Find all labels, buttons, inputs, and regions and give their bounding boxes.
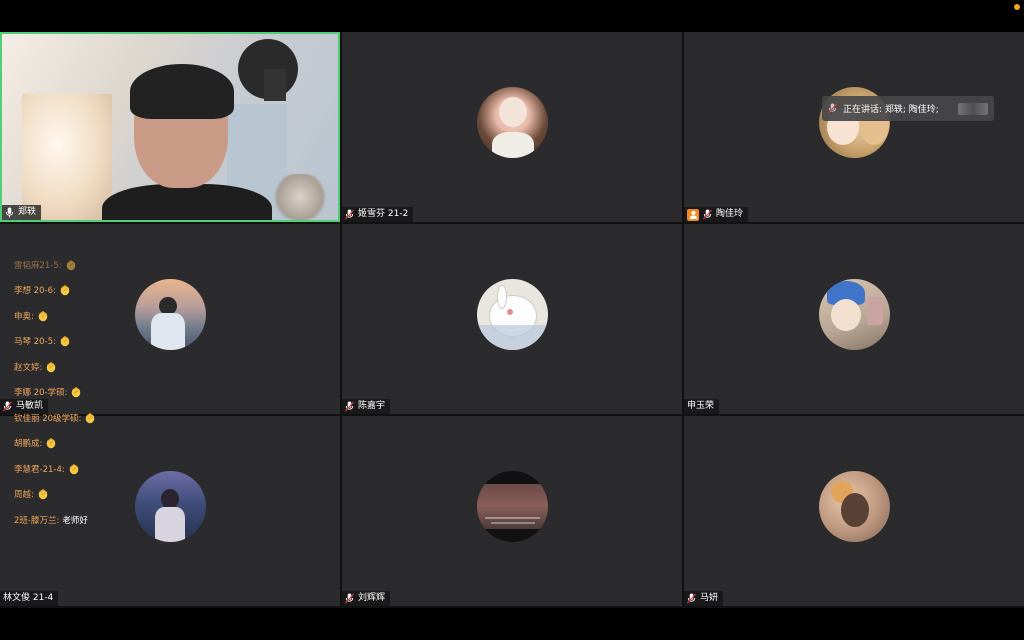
clap-emoji-icon [60,285,70,296]
clap-emoji-icon [47,361,56,373]
mic-muted-icon [345,209,354,220]
participant-tile[interactable]: 刘辉辉 [342,416,682,606]
mic-muted-icon [345,593,354,604]
participant-tile[interactable]: 陈嘉宇 [342,224,682,414]
clap-emoji-icon [38,489,48,500]
clap-emoji-icon [86,412,95,424]
participant-name-tag: 郑轶 [2,205,42,220]
host-icon [687,208,699,221]
recording-indicator-icon [1014,4,1020,10]
participant-name: 陈嘉宇 [358,401,386,411]
participant-tile[interactable]: 申玉荣 [684,224,1024,414]
participant-name: 马妍 [700,593,719,603]
mic-muted-icon [828,103,837,114]
clap-emoji-icon [72,387,81,398]
chat-message: 李娜 20-学硕: [14,380,154,406]
speaking-extra-avatars [958,102,988,115]
chat-message: 雷韬麻21-5: [14,252,154,278]
mic-muted-icon [345,401,354,412]
participant-name-tag: 刘辉辉 [342,591,391,606]
chat-message: 赵文婷: [14,354,154,380]
participant-name-tag: 陈嘉宇 [342,399,391,414]
chat-message: 李慧君-21-4: [14,456,154,482]
clap-emoji-icon [38,310,48,322]
chat-message: 钦佳丽 20级学硕: [14,405,154,431]
chat-overlay: 雷韬麻21-5: 李想 20-6: 申奥: 马琴 20-5: 赵文婷: 李娜 2… [14,252,154,533]
participant-name-tag: 陶佳玲 [684,207,749,222]
participant-name: 刘辉辉 [358,593,386,603]
mic-muted-icon [3,401,12,412]
participant-name: 林文俊 21-4 [3,593,54,603]
chat-message: 2班-滕万兰: 老师好 [14,515,88,526]
participant-tile[interactable]: 马妍 [684,416,1024,606]
mic-muted-icon [703,209,712,220]
participant-name-tag: 林文俊 21-4 [0,591,59,606]
mic-muted-icon [687,593,696,604]
chat-message: 胡鹏成: [14,431,154,457]
clap-emoji-icon [69,463,79,475]
participant-name: 郑轶 [18,207,37,217]
avatar [477,279,548,350]
participant-name-tag: 申玉荣 [684,399,720,414]
chat-message: 申奥: [14,303,154,329]
participant-tile-active[interactable]: 郑轶 [0,32,340,222]
speaking-text: 正在讲话: 郑轶; 陶佳玲; [843,105,939,115]
participant-name: 姬雪芬 21-2 [358,209,409,219]
bottom-bar [0,608,1024,640]
speaking-indicator: 正在讲话: 郑轶; 陶佳玲; [822,96,994,121]
avatar [819,471,890,542]
avatar [477,87,548,158]
avatar [477,471,548,542]
mic-icon [5,207,14,218]
avatar [819,279,890,350]
clap-emoji-icon [47,438,56,449]
chat-message: 周越: [14,482,154,508]
participant-name: 申玉荣 [687,401,715,411]
participant-name: 陶佳玲 [716,209,744,219]
chat-message: 李想 20-6: [14,278,154,304]
participant-name-tag: 马妍 [684,591,724,606]
participant-name-tag: 姬雪芬 21-2 [342,207,414,222]
chat-message: 马琴 20-5: [14,329,154,355]
top-bar [0,0,1024,32]
clap-emoji-icon [60,336,70,347]
participant-video [2,34,338,220]
clap-emoji-icon [66,259,75,271]
participant-tile[interactable]: 陶佳玲 [684,32,1024,222]
participant-tile[interactable]: 姬雪芬 21-2 [342,32,682,222]
